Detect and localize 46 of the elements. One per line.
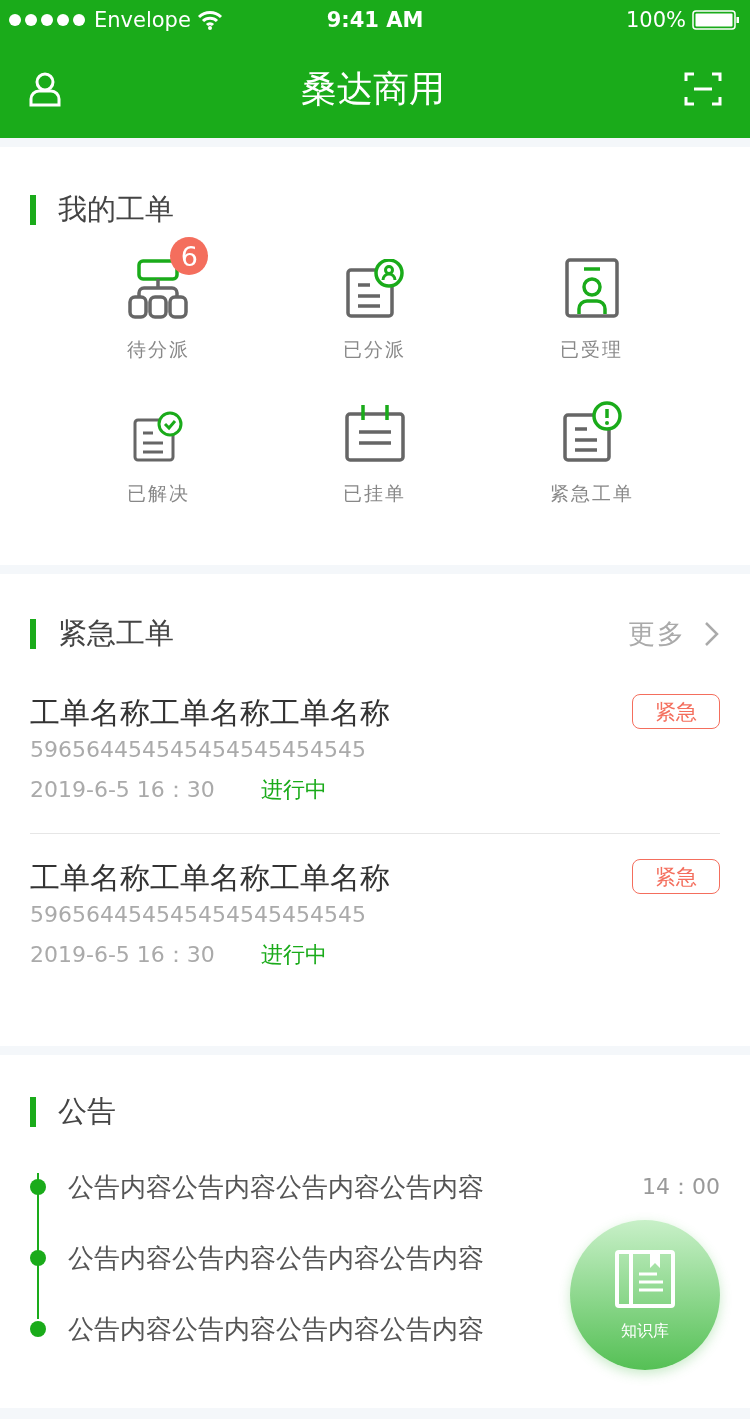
urgent-tag: 紧急 xyxy=(632,859,720,894)
section-marker xyxy=(30,195,36,225)
order-name: 工单名称工单名称工单名称 xyxy=(30,859,391,897)
chevron-right-icon xyxy=(704,621,720,647)
order-category[interactable]: 6 待分派 xyxy=(50,235,267,379)
order-datetime: 2019-6-5 16：30 xyxy=(30,776,215,804)
document-user-icon xyxy=(344,259,406,319)
order-category[interactable]: 已挂单 xyxy=(266,379,484,509)
notice-text[interactable]: 公告内容公告内容公告内容公告内容 xyxy=(68,1240,484,1276)
notice-text[interactable]: 公告内容公告内容公告内容公告内容 xyxy=(68,1311,484,1347)
wifi-icon xyxy=(196,10,223,30)
section-title: 公告 xyxy=(58,1093,116,1130)
order-category[interactable]: 已解决 xyxy=(50,379,267,509)
signal-icon xyxy=(8,13,88,27)
order-number: 596564454545454545454545 xyxy=(30,736,367,764)
document-alert-icon xyxy=(560,401,623,463)
urgent-tag: 紧急 xyxy=(632,694,720,729)
profile-button[interactable] xyxy=(28,71,62,107)
app-title: 桑达商用 xyxy=(301,66,445,111)
status-time: 9:41 AM xyxy=(326,8,424,32)
calendar-icon xyxy=(344,405,406,463)
order-category[interactable]: 已受理 xyxy=(483,235,700,379)
order-datetime: 2019-6-5 16：30 xyxy=(30,941,215,969)
section-title: 我的工单 xyxy=(58,191,174,228)
document-check-icon xyxy=(132,411,185,463)
section-marker xyxy=(30,1097,36,1127)
order-status: 进行中 xyxy=(260,941,327,969)
timeline-dot xyxy=(30,1321,46,1337)
notice-time: 14：00 xyxy=(642,1173,720,1201)
section-marker xyxy=(30,619,36,649)
order-number: 596564454545454545454545 xyxy=(30,901,367,929)
scan-button[interactable] xyxy=(684,71,722,107)
order-status: 进行中 xyxy=(260,776,327,804)
id-card-icon xyxy=(563,257,620,319)
notice-text[interactable]: 公告内容公告内容公告内容公告内容 xyxy=(68,1169,484,1205)
count-badge: 6 xyxy=(170,237,209,275)
book-icon xyxy=(614,1248,676,1309)
carrier-name: Envelope xyxy=(94,8,191,32)
order-name: 工单名称工单名称工单名称 xyxy=(30,694,391,732)
section-title: 紧急工单 xyxy=(58,615,174,652)
battery-percent: 100% xyxy=(625,8,686,32)
battery-icon xyxy=(692,10,740,30)
knowledge-base-button[interactable]: 知识库 xyxy=(570,1220,720,1370)
order-category[interactable]: 已分派 xyxy=(266,235,484,379)
more-link[interactable]: 更多 xyxy=(628,616,720,652)
order-category[interactable]: 紧急工单 xyxy=(483,379,700,509)
